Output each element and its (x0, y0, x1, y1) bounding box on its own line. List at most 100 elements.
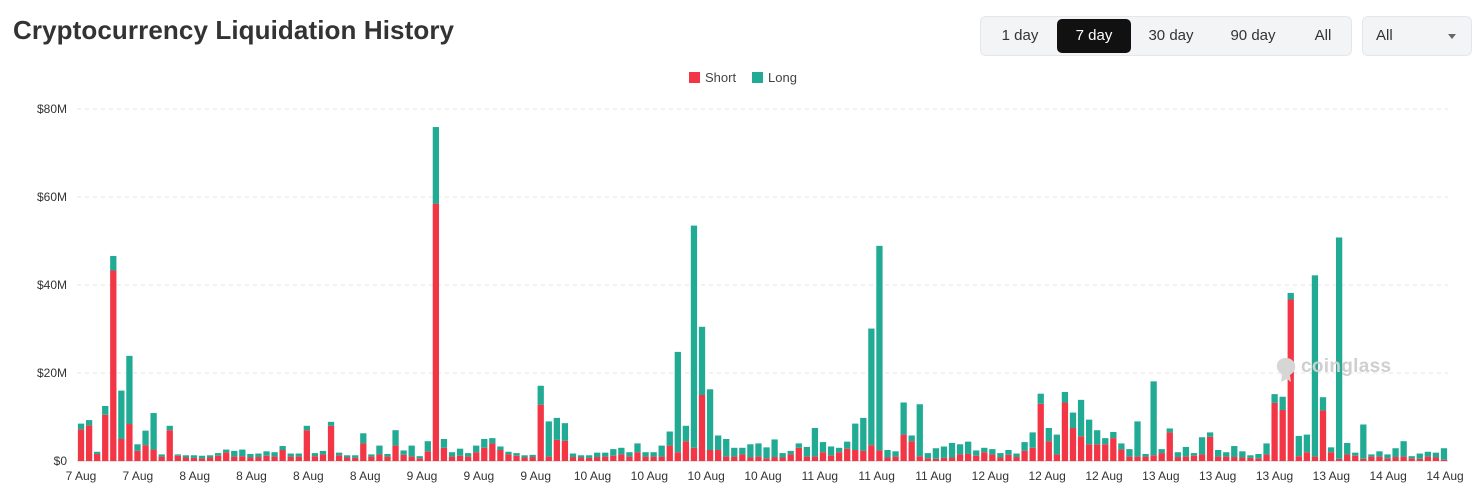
bar-short (1255, 458, 1262, 461)
bar-long (626, 452, 633, 457)
bar-long (827, 446, 835, 456)
bar-short (1352, 455, 1359, 461)
bar-long (263, 451, 270, 456)
bar-short (1279, 409, 1286, 461)
bar-short (352, 457, 359, 461)
bar-short (674, 452, 681, 461)
bar-long (1102, 438, 1109, 445)
bar-long (932, 448, 940, 459)
bar-long (352, 455, 359, 458)
bar-long (1021, 442, 1028, 451)
bar-short (650, 456, 657, 461)
bar-short (295, 456, 302, 461)
bar-long (916, 404, 923, 457)
bar-long (981, 447, 988, 453)
x-tick-label: 12 Aug (972, 469, 1009, 483)
bar-long (360, 433, 367, 444)
bar-long (505, 451, 512, 455)
bar-short (811, 456, 819, 461)
bar-short (335, 455, 343, 461)
bar-short (1344, 454, 1351, 461)
bar-long (1142, 453, 1149, 457)
bar-long (634, 443, 641, 453)
bar-long (787, 450, 794, 455)
bar-short (1239, 457, 1246, 461)
x-tick-label: 13 Aug (1256, 469, 1293, 483)
bar-short (1110, 438, 1117, 461)
y-tick-label: $0 (54, 454, 68, 468)
bar-short (569, 457, 577, 461)
x-tick-label: 14 Aug (1369, 469, 1406, 483)
bar-long (489, 438, 496, 444)
bar-long (618, 447, 625, 455)
bar-long (1255, 453, 1262, 459)
bar-long (126, 355, 133, 425)
bar-long (206, 455, 214, 458)
bar-short (513, 455, 520, 461)
bar-short (1061, 402, 1069, 461)
bar-long (674, 351, 681, 453)
bar-short (1223, 456, 1230, 461)
bar-short (1085, 444, 1093, 461)
y-tick-label: $40M (37, 278, 67, 292)
bar-long (884, 450, 891, 458)
bar-long (1094, 430, 1101, 445)
x-tick-label: 8 Aug (179, 469, 210, 483)
bar-long (311, 453, 319, 457)
bar-short (658, 456, 665, 461)
bar-short (1206, 436, 1214, 461)
bar-short (489, 443, 496, 461)
x-tick-label: 10 Aug (574, 469, 611, 483)
bar-long (1029, 432, 1036, 448)
bar-long (481, 439, 488, 448)
bar-short (835, 452, 843, 461)
bar-long (537, 385, 544, 405)
bar-long (577, 455, 585, 458)
bar-short (142, 445, 149, 461)
bar-long (553, 417, 560, 440)
bar-long (956, 444, 964, 455)
bar-long (1408, 456, 1415, 459)
bar-short (1295, 456, 1302, 461)
bar-short (1094, 444, 1101, 461)
bar-long (247, 453, 254, 458)
bar-long (1368, 454, 1375, 457)
bar-long (464, 453, 472, 457)
bar-long (569, 453, 577, 458)
bar-short (642, 456, 649, 461)
bar-short (223, 452, 230, 461)
bar-short (440, 447, 448, 461)
bar-short (1424, 456, 1431, 461)
bar-short (747, 457, 754, 461)
bar-long (755, 443, 762, 457)
bar-long (900, 402, 907, 435)
bar-short (408, 456, 415, 461)
bar-short (505, 454, 512, 461)
bar-short (1432, 457, 1440, 461)
bar-long (1158, 449, 1165, 454)
bar-short (239, 456, 246, 461)
bar-long (1247, 455, 1254, 458)
bar-short (271, 456, 278, 461)
x-tick-label: 8 Aug (236, 469, 267, 483)
bar-short (118, 439, 125, 461)
x-tick-label: 8 Aug (293, 469, 324, 483)
bar-short (690, 447, 698, 461)
bar-short (1198, 454, 1206, 461)
bar-short (602, 456, 609, 461)
bar-long (610, 449, 617, 456)
bar-long (118, 390, 125, 439)
x-tick-label: 11 Aug (915, 469, 951, 483)
bar-long (545, 421, 552, 457)
bar-long (819, 442, 827, 453)
bar-long (763, 447, 770, 459)
bar-short (279, 450, 286, 461)
bar-long (1069, 412, 1077, 428)
bar-short (1118, 449, 1125, 461)
bar-short (231, 456, 238, 461)
bar-long (650, 452, 657, 457)
bar-short (384, 456, 391, 461)
y-tick-label: $60M (37, 190, 67, 204)
bar-long (255, 453, 262, 458)
bar-long (1198, 437, 1206, 455)
